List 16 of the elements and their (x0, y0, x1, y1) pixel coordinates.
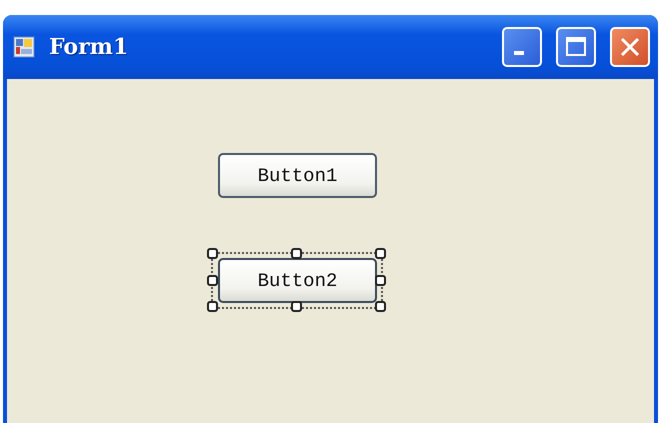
resize-handle[interactable] (291, 248, 302, 259)
resize-handle[interactable] (375, 274, 386, 286)
window-title: Form1 (49, 34, 128, 60)
close-button[interactable] (610, 27, 650, 67)
form-button[interactable]: Button1 (218, 153, 377, 198)
minimize-button[interactable] (502, 27, 542, 67)
form-button[interactable]: Button2 (218, 258, 377, 303)
maximize-button[interactable] (556, 27, 596, 67)
resize-handle[interactable] (207, 274, 218, 286)
resize-handle[interactable] (291, 301, 302, 312)
form-icon (13, 36, 35, 58)
resize-handle[interactable] (375, 301, 386, 312)
resize-handle[interactable] (207, 248, 218, 259)
resize-handle[interactable] (207, 301, 218, 312)
resize-handle[interactable] (375, 248, 386, 259)
minimize-icon (514, 51, 524, 55)
